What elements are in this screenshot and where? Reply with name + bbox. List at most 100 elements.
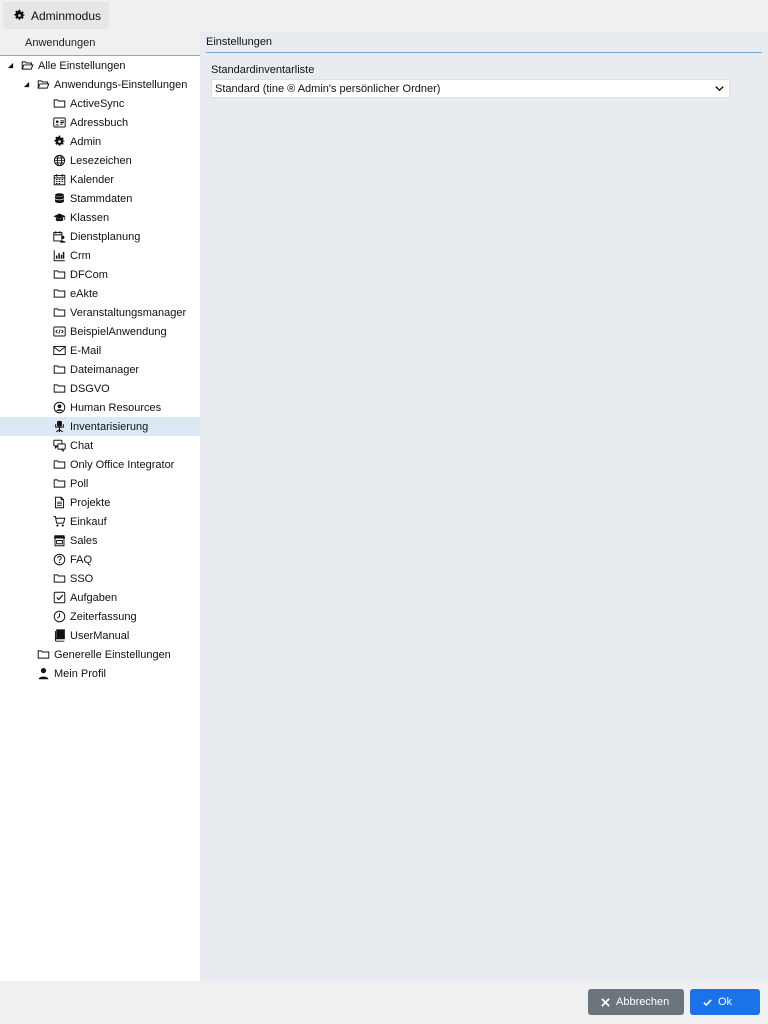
admin-mode-button[interactable]: Adminmodus: [3, 2, 109, 29]
applications-header: Anwendungen: [0, 32, 200, 56]
default-inventory-label: Standardinventarliste: [211, 64, 315, 76]
chat-icon: [53, 439, 66, 452]
globe-icon: [53, 154, 66, 167]
tree-item-generelle-einstellungen[interactable]: Generelle Einstellungen: [0, 645, 200, 664]
tree-item-aufgaben[interactable]: Aufgaben: [0, 588, 200, 607]
check-square-icon: [53, 591, 66, 604]
tree-item-e-mail[interactable]: E-Mail: [0, 341, 200, 360]
tree-item-label: Projekte: [70, 496, 111, 509]
tree-item-activesync[interactable]: ActiveSync: [0, 94, 200, 113]
folder-icon: [53, 287, 66, 300]
folder-icon: [53, 363, 66, 376]
ok-button[interactable]: Ok: [690, 989, 760, 1015]
tree-item-label: Crm: [70, 249, 91, 262]
expanded-triangle-icon[interactable]: [5, 61, 15, 71]
calendar-icon: [53, 173, 66, 186]
tree-item-label: Chat: [70, 439, 94, 452]
tree-item-label: Poll: [70, 477, 89, 490]
tree-item-dienstplanung[interactable]: Dienstplanung: [0, 227, 200, 246]
folder-icon: [53, 268, 66, 281]
tree-item-klassen[interactable]: Klassen: [0, 208, 200, 227]
tree-item-label: Alle Einstellungen: [38, 59, 126, 72]
tree-item-poll[interactable]: Poll: [0, 474, 200, 493]
tree-item-stammdaten[interactable]: Stammdaten: [0, 189, 200, 208]
tree-item-sso[interactable]: SSO: [0, 569, 200, 588]
tree-item-eakte[interactable]: eAkte: [0, 284, 200, 303]
folder-icon: [53, 458, 66, 471]
user-icon: [37, 667, 50, 680]
tree-item-label: SSO: [70, 572, 94, 585]
tree-item-anwendungs-einstellungen[interactable]: Anwendungs-Einstellungen: [0, 75, 200, 94]
tree-item-sales[interactable]: Sales: [0, 531, 200, 550]
tree-item-dateimanager[interactable]: Dateimanager: [0, 360, 200, 379]
tree-item-admin[interactable]: Admin: [0, 132, 200, 151]
tree-item-veranstaltungsmanager[interactable]: Veranstaltungsmanager: [0, 303, 200, 322]
settings-header: Einstellungen: [206, 36, 762, 53]
tree-item-beispielanwendung[interactable]: BeispielAnwendung: [0, 322, 200, 341]
tree-item-label: DSGVO: [70, 382, 110, 395]
tree-item-alle-einstellungen[interactable]: Alle Einstellungen: [0, 56, 200, 75]
tree-item-dfcom[interactable]: DFCom: [0, 265, 200, 284]
tree-item-mein-profil[interactable]: Mein Profil: [0, 664, 200, 683]
cancel-button[interactable]: Abbrechen: [588, 989, 684, 1015]
user-circle-icon: [53, 401, 66, 414]
tree-item-label: Admin: [70, 135, 102, 148]
tree-item-faq[interactable]: FAQ: [0, 550, 200, 569]
folder-icon: [53, 477, 66, 490]
applications-panel: Anwendungen Alle Einstellungen Anwendungs…: [0, 32, 200, 981]
tree-item-einkauf[interactable]: Einkauf: [0, 512, 200, 531]
settings-panel: Einstellungen Standardinventarliste Stan…: [200, 32, 768, 981]
tree-item-human-resources[interactable]: Human Resources: [0, 398, 200, 417]
admin-mode-label: Adminmodus: [31, 8, 102, 23]
tree-item-adressbuch[interactable]: Adressbuch: [0, 113, 200, 132]
tree-item-dsgvo[interactable]: DSGVO: [0, 379, 200, 398]
tree-item-crm[interactable]: Crm: [0, 246, 200, 265]
tree-item-label: E-Mail: [70, 344, 102, 357]
clock-icon: [53, 610, 66, 623]
tree-item-label: DFCom: [70, 268, 108, 281]
tree-item-lesezeichen[interactable]: Lesezeichen: [0, 151, 200, 170]
tree-item-projekte[interactable]: Projekte: [0, 493, 200, 512]
folder-icon: [53, 97, 66, 110]
default-inventory-select[interactable]: Standard (tine ® Admin's persönlicher Or…: [211, 79, 730, 98]
folder-icon: [37, 648, 50, 661]
tree-item-chat[interactable]: Chat: [0, 436, 200, 455]
expanded-triangle-icon[interactable]: [21, 80, 31, 90]
tree-item-label: Adressbuch: [70, 116, 129, 129]
gear-icon: [53, 135, 66, 148]
gear-icon: [14, 9, 25, 20]
calendar-user-icon: [53, 230, 66, 243]
tree-item-usermanual[interactable]: UserManual: [0, 626, 200, 645]
top-toolbar: Adminmodus: [0, 0, 768, 32]
tree-item-label: ActiveSync: [70, 97, 125, 110]
tree-item-only-office-integrator[interactable]: Only Office Integrator: [0, 455, 200, 474]
tree-item-label: Stammdaten: [70, 192, 133, 205]
tree-item-zeiterfassung[interactable]: Zeiterfassung: [0, 607, 200, 626]
tree-item-kalender[interactable]: Kalender: [0, 170, 200, 189]
folder-icon: [53, 572, 66, 585]
tree-item-inventarisierung[interactable]: Inventarisierung: [0, 417, 200, 436]
tree-item-label: UserManual: [70, 629, 130, 642]
book-icon: [53, 629, 66, 642]
